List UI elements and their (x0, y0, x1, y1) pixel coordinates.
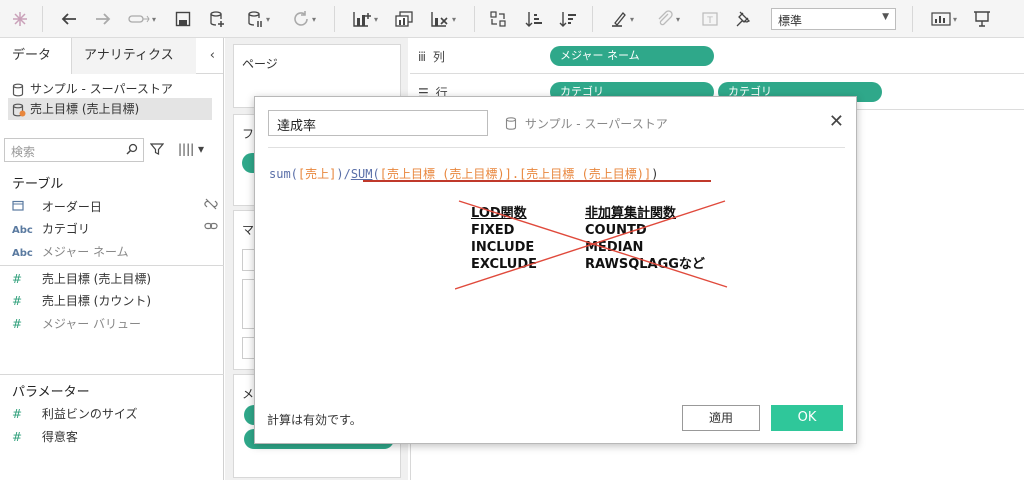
svg-text:T: T (706, 16, 713, 26)
datasource-label: サンプル - スーパーストア (30, 82, 173, 96)
formula-paren: ( (372, 167, 380, 181)
calc-datasource: サンプル - スーパーストア (505, 115, 668, 133)
field-item[interactable]: # 売上目標 (カウント) (12, 290, 220, 312)
show-me-icon[interactable]: ▾ (924, 7, 964, 31)
swap-rows-columns-icon[interactable] (486, 7, 510, 31)
toolbar: ▾ ▾ ▾ ▾ ▾ ▾ ▾ T 標準 ▼ ▾ (0, 0, 1024, 38)
columns-shelf-label: iii 列 (418, 50, 445, 64)
measure-type-icon: # (12, 407, 23, 421)
calc-datasource-label: サンプル - スーパーストア (524, 117, 668, 131)
field-item[interactable]: Abc カテゴリ (12, 218, 220, 240)
formula-field: [売上目標 (売上目標)].[売上目標 (売上目標)] (379, 167, 652, 181)
strike-through-cross (455, 200, 728, 290)
filter-icon[interactable] (149, 142, 165, 159)
measure-values-card-title: メ (242, 387, 255, 401)
calendar-icon (12, 198, 38, 220)
collapse-pane-icon[interactable]: ‹ (210, 48, 215, 63)
link-icon[interactable] (204, 218, 218, 240)
chevron-down-icon: ▼ (882, 12, 889, 22)
formula-func: sum( (269, 167, 298, 181)
field-item[interactable]: # 売上目標 (売上目標) (12, 268, 220, 290)
formula-func: )/ (336, 167, 351, 181)
datasource-item[interactable]: サンプル - スーパーストア (8, 78, 212, 100)
field-label: メジャー バリュー (41, 317, 142, 331)
tab-analytics[interactable]: アナリティクス (72, 38, 196, 74)
field-label: 売上目標 (カウント) (41, 294, 152, 308)
tableau-logo-icon[interactable] (8, 7, 32, 31)
database-icon (505, 117, 521, 133)
parameter-item[interactable]: # 得意客 (12, 426, 220, 448)
pause-update-icon[interactable]: ▾ (240, 7, 276, 31)
ok-button[interactable]: OK (771, 405, 843, 431)
formula-paren: ) (651, 167, 659, 181)
redo-icon[interactable] (92, 7, 114, 31)
field-label: メジャー ネーム (41, 245, 129, 259)
marks-card-title: マ (242, 223, 255, 237)
measure-type-icon: # (12, 294, 23, 308)
duplicate-sheet-icon[interactable] (392, 7, 416, 31)
parameter-label: 利益ビンのサイズ (41, 407, 138, 421)
search-placeholder: 検索 (11, 145, 36, 159)
field-label: オーダー日 (41, 200, 102, 214)
search-input[interactable]: 検索 (4, 138, 144, 162)
close-icon[interactable]: ✕ (829, 111, 844, 132)
tables-section-title: テーブル (12, 177, 64, 192)
parameter-item[interactable]: # 利益ビンのサイズ (12, 403, 220, 425)
field-item[interactable]: Abc メジャー ネーム (12, 241, 220, 263)
field-label: カテゴリ (41, 222, 90, 236)
view-options-icon[interactable]: |||| ▾ (178, 142, 204, 156)
formula-func: SUM (350, 167, 373, 181)
refresh-icon[interactable]: ▾ (284, 7, 324, 31)
error-underline (363, 180, 711, 182)
measure-type-icon: # (12, 430, 23, 444)
parameter-label: 得意客 (41, 430, 78, 444)
pane-tabs: データ アナリティクス ‹ (0, 38, 223, 74)
apply-button[interactable]: 適用 (682, 405, 760, 431)
new-worksheet-icon[interactable]: ▾ (346, 7, 384, 31)
replace-data-icon[interactable]: ▾ (124, 7, 160, 31)
status-message: 計算は有効です。 (267, 413, 362, 427)
field-item[interactable]: オーダー日 (12, 196, 220, 218)
sort-ascending-icon[interactable] (522, 7, 546, 31)
group-members-icon[interactable]: ▾ (650, 7, 686, 31)
parameters-section-title: パラメーター (12, 385, 90, 400)
fit-select[interactable]: 標準 ▼ (771, 8, 896, 30)
filters-card-title: フ (242, 127, 255, 141)
calc-name-input[interactable]: 達成率 (268, 110, 488, 136)
field-label: 売上目標 (売上目標) (41, 272, 152, 286)
new-datasource-icon[interactable] (206, 7, 228, 31)
clear-sheet-icon[interactable]: ▾ (424, 7, 462, 31)
highlight-icon[interactable]: ▾ (604, 7, 640, 31)
database-secondary-icon (12, 102, 26, 124)
columns-pill[interactable]: メジャー ネーム (550, 46, 714, 66)
pages-card-title: ページ (242, 57, 278, 71)
fix-axes-icon[interactable] (730, 7, 754, 31)
show-mark-labels-icon[interactable]: T (698, 7, 722, 31)
string-type-icon: Abc (12, 225, 33, 236)
datasource-label: 売上目標 (売上目標) (30, 102, 140, 116)
link-broken-icon[interactable] (204, 196, 218, 218)
save-icon[interactable] (172, 7, 194, 31)
undo-icon[interactable] (58, 7, 80, 31)
measure-type-icon: # (12, 317, 23, 331)
calculation-dialog: 達成率 サンプル - スーパーストア ✕ sum([売上])/SUM([売上目標… (254, 96, 857, 444)
datasource-item-selected[interactable]: 売上目標 (売上目標) (8, 98, 212, 120)
sort-descending-icon[interactable] (556, 7, 580, 31)
measure-type-icon: # (12, 272, 23, 286)
data-pane: データ アナリティクス ‹ サンプル - スーパーストア 売上目標 (売上目標)… (0, 38, 224, 480)
columns-shelf[interactable]: iii 列 メジャー ネーム (410, 38, 1024, 74)
fit-select-value: 標準 (778, 14, 803, 28)
search-icon (126, 143, 138, 158)
field-item[interactable]: # メジャー バリュー (12, 313, 220, 335)
string-type-icon: Abc (12, 248, 33, 259)
presentation-mode-icon[interactable] (970, 7, 994, 31)
columns-icon: iii (418, 50, 426, 64)
formula-field: [売上] (297, 167, 337, 181)
tab-data[interactable]: データ (0, 38, 72, 74)
